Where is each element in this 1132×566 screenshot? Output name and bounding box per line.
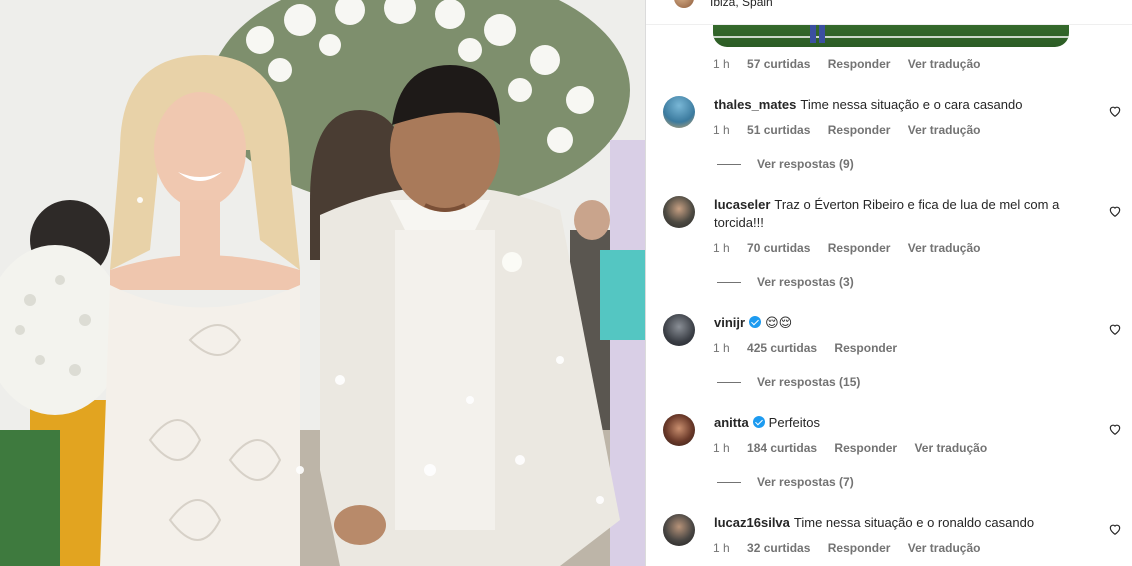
verified-badge-icon xyxy=(752,416,765,428)
comment-text: Time nessa situação e o cara casando xyxy=(800,97,1023,112)
reply-button[interactable]: Responder xyxy=(828,241,891,255)
author-avatar[interactable] xyxy=(674,0,694,8)
comment-meta: 1 h 32 curtidas Responder Ver tradução xyxy=(713,541,994,555)
heart-outline-icon[interactable] xyxy=(1108,322,1122,336)
view-replies-button[interactable]: Ver respostas (3) xyxy=(717,275,854,289)
translate-button[interactable]: Ver tradução xyxy=(914,441,987,455)
comment-time: 1 h xyxy=(713,57,730,71)
commenter-avatar[interactable] xyxy=(663,514,695,546)
comment-time: 1 h xyxy=(713,341,730,355)
heart-outline-icon[interactable] xyxy=(1108,422,1122,436)
comment-username[interactable]: lucaz16silva xyxy=(714,515,790,530)
comment-text: 😌😌 xyxy=(765,315,793,330)
view-replies-label[interactable]: Ver respostas (3) xyxy=(757,275,854,289)
post-location[interactable]: Ibiza, Spain xyxy=(710,0,773,9)
heart-outline-icon[interactable] xyxy=(1108,104,1122,118)
commenter-avatar[interactable] xyxy=(663,414,695,446)
comment-body: lucaz16silva Time nessa situação e o rona… xyxy=(714,514,1084,532)
comment-time: 1 h xyxy=(713,541,730,555)
comment-username[interactable]: lucaseler xyxy=(714,197,770,212)
commenter-avatar[interactable] xyxy=(663,96,695,128)
heart-outline-icon[interactable] xyxy=(1108,522,1122,536)
comment-meta: 1 h 184 curtidas Responder Ver tradução xyxy=(713,441,1001,455)
comment-time: 1 h xyxy=(713,441,730,455)
comment-likes[interactable]: 57 curtidas xyxy=(747,57,810,71)
comment-username[interactable]: vinijr xyxy=(714,315,745,330)
heart-outline-icon[interactable] xyxy=(1108,204,1122,218)
comment-body: thales_mates Time nessa situação e o cara… xyxy=(714,96,1084,114)
verified-badge-icon xyxy=(749,316,762,328)
comment-likes[interactable]: 32 curtidas xyxy=(747,541,810,555)
view-replies-label[interactable]: Ver respostas (9) xyxy=(757,157,854,171)
field-line xyxy=(713,36,1069,38)
comment-username[interactable]: thales_mates xyxy=(714,97,796,112)
comment-text: Time nessa situação e o ronaldo casando xyxy=(793,515,1035,530)
comments-panel: Ibiza, Spain 1 h 57 curtidas Responder V… xyxy=(645,0,1132,566)
comment-likes[interactable]: 425 curtidas xyxy=(747,341,817,355)
view-replies-label[interactable]: Ver respostas (15) xyxy=(757,375,860,389)
comment-meta: 1 h 51 curtidas Responder Ver tradução xyxy=(713,123,994,137)
reply-button[interactable]: Responder xyxy=(834,441,897,455)
translate-button[interactable]: Ver tradução xyxy=(908,541,981,555)
replies-divider xyxy=(717,482,741,484)
replies-divider xyxy=(717,282,741,284)
translate-button[interactable]: Ver tradução xyxy=(908,123,981,137)
prev-comment-meta: 1 h 57 curtidas Responder Ver tradução xyxy=(713,57,994,71)
comment-body: anitta Perfeitos xyxy=(714,414,1084,432)
replies-divider xyxy=(717,164,741,166)
view-replies-label[interactable]: Ver respostas (7) xyxy=(757,475,854,489)
reply-button[interactable]: Responder xyxy=(834,341,897,355)
comment-embedded-media[interactable] xyxy=(713,25,1069,47)
wedding-photo-illustration xyxy=(0,0,645,566)
comment-likes[interactable]: 70 curtidas xyxy=(747,241,810,255)
translate-button[interactable]: Ver tradução xyxy=(908,241,981,255)
comment-likes[interactable]: 51 curtidas xyxy=(747,123,810,137)
view-replies-button[interactable]: Ver respostas (7) xyxy=(717,475,854,489)
reply-button[interactable]: Responder xyxy=(828,57,891,71)
comment-time: 1 h xyxy=(713,123,730,137)
comment-meta: 1 h 70 curtidas Responder Ver tradução xyxy=(713,241,994,255)
reply-button[interactable]: Responder xyxy=(828,541,891,555)
view-replies-button[interactable]: Ver respostas (15) xyxy=(717,375,860,389)
comment-time: 1 h xyxy=(713,241,730,255)
translate-button[interactable]: Ver tradução xyxy=(908,57,981,71)
comment-body: lucaseler Traz o Éverton Ribeiro e fica d… xyxy=(714,196,1084,232)
reply-button[interactable]: Responder xyxy=(828,123,891,137)
comment-meta: 1 h 425 curtidas Responder xyxy=(713,341,911,355)
player-figure-icon xyxy=(810,25,825,43)
comment-username[interactable]: anitta xyxy=(714,415,749,430)
post-header: Ibiza, Spain xyxy=(646,0,1132,25)
post-photo xyxy=(0,0,645,566)
view-replies-button[interactable]: Ver respostas (9) xyxy=(717,157,854,171)
comment-text: Perfeitos xyxy=(768,415,820,430)
commenter-avatar[interactable] xyxy=(663,196,695,228)
comment-body: vinijr 😌😌 xyxy=(714,314,1084,332)
comment-likes[interactable]: 184 curtidas xyxy=(747,441,817,455)
commenter-avatar[interactable] xyxy=(663,314,695,346)
replies-divider xyxy=(717,382,741,384)
